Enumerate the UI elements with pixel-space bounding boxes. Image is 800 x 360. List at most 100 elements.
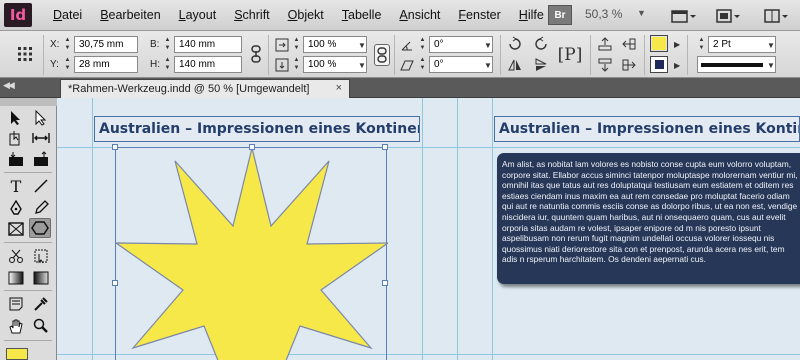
rectangle-frame-tool-icon[interactable] <box>5 219 27 239</box>
height-spinner[interactable]: ▲ ▼ <box>163 56 172 73</box>
reference-point-icon[interactable] <box>16 45 34 63</box>
stroke-color-swatch[interactable] <box>650 56 668 73</box>
stroke-type-dropdown-icon[interactable]: ▼ <box>767 61 775 70</box>
gradient-swatch-tool-icon[interactable] <box>5 268 27 288</box>
x-field[interactable]: 30,75 mm <box>74 36 138 53</box>
menu-objekt[interactable]: Objekt <box>279 8 333 22</box>
menu-layout[interactable]: Layout <box>170 8 226 22</box>
y-spinner[interactable]: ▲ ▼ <box>63 56 72 73</box>
shear-angle-icon <box>398 56 416 74</box>
eyedropper-tool-icon[interactable] <box>30 294 52 314</box>
arrange-documents-icon[interactable] <box>668 6 698 25</box>
fill-color-swatch[interactable] <box>650 35 668 52</box>
star-polygon-frame[interactable] <box>112 144 388 360</box>
content-placer-icon[interactable] <box>30 149 52 169</box>
stroke-type-field[interactable] <box>697 56 776 73</box>
rotate-angle-icon <box>398 36 416 54</box>
y-label: Y: <box>50 59 59 70</box>
type-tool-icon[interactable]: T <box>5 176 27 196</box>
stroke-weight-spinner[interactable]: ▲ ▼ <box>697 36 706 53</box>
frame-handle-middle-right[interactable] <box>382 280 388 286</box>
scale-x-dropdown-icon[interactable]: ▼ <box>358 41 366 50</box>
stroke-dropdown-icon[interactable]: ▶ <box>674 61 680 70</box>
frame-handle-top-right[interactable] <box>382 144 388 150</box>
menu-tabelle[interactable]: Tabelle <box>333 8 391 22</box>
close-tab-icon[interactable]: × <box>336 82 342 94</box>
fill-swatch[interactable] <box>6 348 28 360</box>
zoom-level[interactable]: 50,3 % <box>585 7 622 21</box>
rotate-spinner[interactable]: ▲ ▼ <box>418 36 427 53</box>
menu-datei[interactable]: Datei <box>44 8 91 22</box>
select-content-icon[interactable] <box>596 56 614 74</box>
shear-spinner[interactable]: ▲ ▼ <box>418 56 427 73</box>
y-field[interactable]: 28 mm <box>74 56 138 73</box>
fill-color-chip <box>652 37 666 50</box>
zoom-dropdown-icon[interactable]: ▼ <box>637 8 646 18</box>
stroke-weight-field[interactable]: 2 Pt <box>708 36 776 53</box>
menu-list: Datei Bearbeiten Layout Schrift Objekt T… <box>44 8 553 22</box>
height-label: H: <box>150 59 160 70</box>
flip-horizontal-icon[interactable] <box>506 56 524 74</box>
polygon-tool-icon[interactable] <box>29 218 51 238</box>
menu-ansicht[interactable]: Ansicht <box>390 8 449 22</box>
stroke-weight-dropdown-icon[interactable]: ▼ <box>767 41 775 50</box>
selection-tool-icon[interactable] <box>5 108 27 128</box>
direct-selection-tool-icon[interactable] <box>30 108 52 128</box>
menu-fenster[interactable]: Fenster <box>449 8 509 22</box>
shear-dropdown-icon[interactable]: ▼ <box>484 61 492 70</box>
body-text-frame[interactable]: Am alist, as nobitat lam volores es nobi… <box>497 153 800 284</box>
path-type-icon[interactable]: [P] <box>557 41 583 69</box>
gap-tool-icon[interactable] <box>30 128 52 148</box>
select-container-icon[interactable] <box>596 35 614 53</box>
scissors-tool-icon[interactable] <box>5 246 27 266</box>
document-tab-title: *Rahmen-Werkzeug.indd @ 50 % [Umgewandel… <box>68 83 310 95</box>
width-field[interactable]: 140 mm <box>174 36 242 53</box>
rotate-dropdown-icon[interactable]: ▼ <box>484 41 492 50</box>
width-spinner[interactable]: ▲ ▼ <box>163 36 172 53</box>
headline-right[interactable]: Australien – Impressionen eines Kontinen… <box>494 116 800 142</box>
x-spinner[interactable]: ▲ ▼ <box>63 36 72 53</box>
body-text: Am alist, as nobitat lam volores es nobi… <box>502 159 798 265</box>
rotate-cw-icon[interactable] <box>506 35 524 53</box>
note-tool-icon[interactable] <box>5 294 27 314</box>
hand-tool-icon[interactable] <box>5 316 27 336</box>
select-next-icon[interactable] <box>620 56 638 74</box>
collapse-panels-icon[interactable]: ◀◀ <box>3 80 15 91</box>
document-tab[interactable]: *Rahmen-Werkzeug.indd @ 50 % [Umgewandel… <box>60 79 350 98</box>
tools-panel-grip[interactable] <box>0 98 57 106</box>
zoom-tool-icon[interactable] <box>30 316 52 336</box>
stroke-type-line <box>701 62 763 67</box>
workspace-icon[interactable] <box>760 6 790 25</box>
menu-bearbeiten[interactable]: Bearbeiten <box>91 8 169 22</box>
scale-y-dropdown-icon[interactable]: ▼ <box>358 61 366 70</box>
frame-handle-top-middle[interactable] <box>249 144 255 150</box>
constrain-proportions-icon[interactable] <box>247 45 265 63</box>
flip-vertical-icon[interactable] <box>532 56 550 74</box>
menu-hilfe[interactable]: Hilfe <box>510 8 553 22</box>
bridge-button[interactable]: Br <box>548 5 572 25</box>
frame-handle-middle-left[interactable] <box>112 280 118 286</box>
content-collector-icon[interactable] <box>5 149 27 169</box>
x-label: X: <box>50 39 60 50</box>
frame-handle-top-left[interactable] <box>112 144 118 150</box>
scale-x-icon <box>273 36 291 54</box>
line-tool-icon[interactable] <box>30 176 52 196</box>
document-canvas[interactable]: Australien – Impressionen eines Kontinen… <box>57 98 800 360</box>
menu-schrift[interactable]: Schrift <box>225 8 278 22</box>
guide-vertical <box>457 98 458 360</box>
height-field[interactable]: 140 mm <box>174 56 242 73</box>
scale-y-spinner[interactable]: ▲ ▼ <box>292 56 301 73</box>
pen-tool-icon[interactable] <box>5 198 27 218</box>
screen-mode-icon[interactable] <box>712 6 742 25</box>
pencil-tool-icon[interactable] <box>30 198 52 218</box>
guide-vertical <box>492 98 493 360</box>
headline-left[interactable]: Australien – Impressionen eines Kontinen… <box>94 116 420 142</box>
free-transform-tool-icon[interactable] <box>30 246 52 266</box>
gradient-feather-tool-icon[interactable] <box>30 268 52 288</box>
constrain-scale-icon[interactable] <box>374 44 390 66</box>
rotate-ccw-icon[interactable] <box>532 35 550 53</box>
page-tool-icon[interactable] <box>5 128 27 148</box>
fill-dropdown-icon[interactable]: ▶ <box>674 40 680 49</box>
scale-x-spinner[interactable]: ▲ ▼ <box>292 36 301 53</box>
select-previous-icon[interactable] <box>620 35 638 53</box>
